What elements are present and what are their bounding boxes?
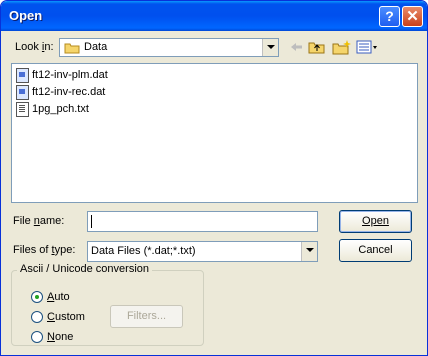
file-item[interactable]: ft12-inv-plm.dat [16, 67, 108, 83]
conversion-group-title: Ascii / Unicode conversion [17, 263, 153, 275]
close-button[interactable]: ✕ [402, 6, 423, 27]
file-name-label: File name: [13, 215, 65, 227]
filters-button-label: Filters... [126, 310, 167, 322]
cancel-button-label: Cancel [358, 244, 393, 256]
look-in-label: Look in: [15, 41, 54, 53]
radio-custom[interactable] [31, 311, 43, 323]
file-type-value: Data Files (*.dat;*.txt) [91, 245, 196, 257]
file-item-label: 1pg_pch.txt [32, 103, 89, 115]
file-type-combo[interactable]: Data Files (*.dat;*.txt) [87, 241, 318, 262]
open-button-label: Open [362, 215, 389, 227]
back-arrow-icon[interactable] [288, 39, 304, 55]
radio-auto[interactable] [31, 291, 43, 303]
file-item-label: ft12-inv-plm.dat [32, 69, 108, 81]
file-list[interactable]: ft12-inv-plm.dat ft12-inv-rec.dat 1pg_pc… [11, 63, 418, 203]
file-item[interactable]: ft12-inv-rec.dat [16, 84, 105, 100]
filters-button[interactable]: Filters... [110, 305, 183, 328]
views-menu-icon[interactable] [356, 39, 378, 55]
file-type-label: Files of type: [13, 244, 76, 256]
open-dialog: Open ? ✕ Look in: Data ft12-inv-plm.dat … [0, 0, 428, 356]
txt-file-icon [16, 101, 29, 117]
radio-none-label[interactable]: None [47, 331, 73, 343]
chevron-down-icon[interactable] [301, 242, 317, 261]
cancel-button[interactable]: Cancel [339, 239, 412, 262]
radio-custom-label[interactable]: Custom [47, 311, 85, 323]
open-button[interactable]: Open [339, 210, 412, 233]
file-name-input[interactable] [87, 211, 318, 232]
new-folder-icon[interactable] [332, 39, 352, 55]
chevron-down-icon[interactable] [262, 39, 278, 56]
title-bar[interactable]: Open ? ✕ [1, 1, 427, 31]
look-in-combo[interactable]: Data [59, 38, 279, 57]
file-item-label: ft12-inv-rec.dat [32, 86, 106, 98]
help-button[interactable]: ? [379, 6, 400, 27]
file-item[interactable]: 1pg_pch.txt [16, 101, 89, 117]
text-caret [91, 215, 92, 228]
dat-file-icon [16, 84, 29, 100]
look-in-value: Data [84, 41, 108, 53]
radio-auto-label[interactable]: Auto [47, 291, 70, 303]
window-title: Open [9, 8, 43, 23]
folder-icon [64, 42, 80, 57]
radio-none[interactable] [31, 331, 43, 343]
dat-file-icon [16, 67, 29, 83]
up-folder-icon[interactable] [308, 39, 326, 55]
